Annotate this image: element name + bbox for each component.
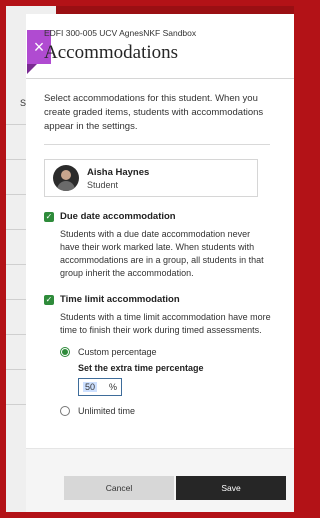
custom-percentage-row[interactable]: Custom percentage: [60, 347, 280, 357]
save-button[interactable]: Save: [176, 476, 286, 500]
time-limit-description: Students with a time limit accommodation…: [60, 312, 271, 335]
unlimited-time-row[interactable]: Unlimited time: [60, 406, 280, 416]
header-divider: [26, 78, 294, 79]
due-date-label: Due date accommodation: [60, 211, 176, 222]
time-limit-radio-group: Custom percentage Set the extra time per…: [60, 347, 280, 416]
unlimited-time-radio[interactable]: [60, 406, 70, 416]
course-name: EDFI 300-005 UCV AgnesNKF Sandbox: [44, 28, 197, 38]
due-date-description: Students with a due date accommodation n…: [60, 229, 264, 278]
content-divider: [44, 144, 270, 145]
unlimited-time-label: Unlimited time: [78, 406, 136, 416]
due-date-option: ✓ Due date accommodation Students with a…: [44, 211, 280, 280]
student-role: Student: [87, 179, 119, 190]
due-date-checkbox[interactable]: ✓: [44, 211, 54, 222]
avatar: [53, 165, 79, 191]
extra-time-label: Set the extra time percentage: [78, 363, 204, 373]
panel-title: Accommodations: [44, 42, 179, 63]
student-name: Aisha Haynes: [87, 166, 150, 178]
panel-content: Select accommodations for this student. …: [44, 92, 280, 422]
due-date-checkbox-row[interactable]: ✓ Due date accommodation: [44, 211, 280, 222]
close-icon: ×: [33, 37, 45, 57]
custom-percentage-label: Custom percentage: [78, 347, 157, 357]
cancel-button[interactable]: Cancel: [64, 476, 174, 500]
screen-frame: Stud × EDFI 300-005 UCV AgnesNKF Sandbox…: [6, 6, 294, 512]
time-limit-label: Time limit accommodation: [60, 294, 180, 305]
extra-time-input[interactable]: 50 %: [78, 378, 122, 396]
student-info: Aisha Haynes Student: [87, 167, 149, 190]
time-limit-checkbox[interactable]: ✓: [44, 294, 54, 305]
custom-percentage-radio[interactable]: [60, 347, 70, 357]
student-card: Aisha Haynes Student: [44, 159, 258, 197]
panel-footer: Cancel Save: [26, 448, 294, 512]
panel-header: EDFI 300-005 UCV AgnesNKF Sandbox Accomm…: [44, 28, 284, 64]
time-limit-option: ✓ Time limit accommodation Students with…: [44, 294, 280, 416]
time-limit-checkbox-row[interactable]: ✓ Time limit accommodation: [44, 294, 280, 305]
percent-unit: %: [108, 382, 117, 392]
extra-time-block: Set the extra time percentage 50 %: [78, 363, 280, 396]
extra-time-value: 50: [83, 382, 98, 392]
intro-text: Select accommodations for this student. …: [44, 93, 264, 132]
